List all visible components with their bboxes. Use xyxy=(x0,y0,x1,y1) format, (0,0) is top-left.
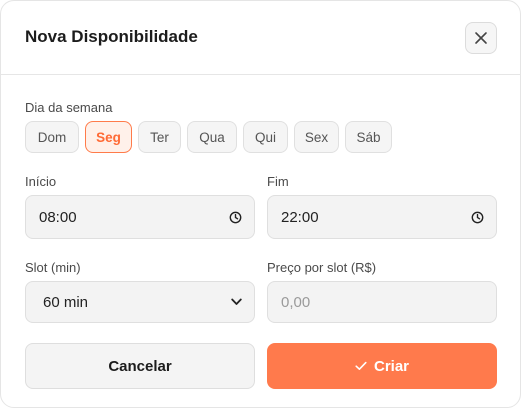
day-thu-button[interactable]: Qui xyxy=(243,121,288,153)
slot-select-value: 60 min xyxy=(43,293,89,311)
check-icon xyxy=(355,361,367,370)
slot-select[interactable]: 60 min xyxy=(25,281,255,323)
start-time-input[interactable]: 08:00 xyxy=(25,195,255,239)
dialog-title: Nova Disponibilidade xyxy=(25,27,198,46)
day-tue-button[interactable]: Ter xyxy=(138,121,181,153)
day-sun-button[interactable]: Dom xyxy=(25,121,79,153)
price-input-placeholder: 0,00 xyxy=(281,293,311,311)
cancel-button[interactable]: Cancelar xyxy=(25,343,255,389)
day-sat-button[interactable]: Sáb xyxy=(345,121,392,153)
price-label: Preço por slot (R$) xyxy=(267,260,377,275)
availability-dialog: Nova Disponibilidade Dia da semana Dom S… xyxy=(0,0,521,408)
create-button-label: Criar xyxy=(373,357,410,375)
slot-label: Slot (min) xyxy=(25,260,81,275)
day-mon-button[interactable]: Seg xyxy=(85,121,132,153)
end-time-value: 22:00 xyxy=(281,208,319,226)
create-button[interactable]: Criar xyxy=(267,343,497,389)
start-time-value: 08:00 xyxy=(39,208,77,226)
weekday-label: Dia da semana xyxy=(25,100,113,115)
clock-icon[interactable] xyxy=(229,211,242,224)
chevron-down-icon xyxy=(231,298,242,305)
close-icon xyxy=(475,32,487,44)
weekday-selector: Dom Seg Ter Qua Qui Sex Sáb xyxy=(25,121,392,153)
dialog-header: Nova Disponibilidade xyxy=(1,1,520,75)
end-time-input[interactable]: 22:00 xyxy=(267,195,497,239)
start-label: Início xyxy=(25,174,57,189)
clock-icon[interactable] xyxy=(471,211,484,224)
end-label: Fim xyxy=(267,174,289,189)
close-button[interactable] xyxy=(465,22,497,54)
day-fri-button[interactable]: Sex xyxy=(294,121,339,153)
price-input[interactable]: 0,00 xyxy=(267,281,497,323)
day-wed-button[interactable]: Qua xyxy=(187,121,237,153)
